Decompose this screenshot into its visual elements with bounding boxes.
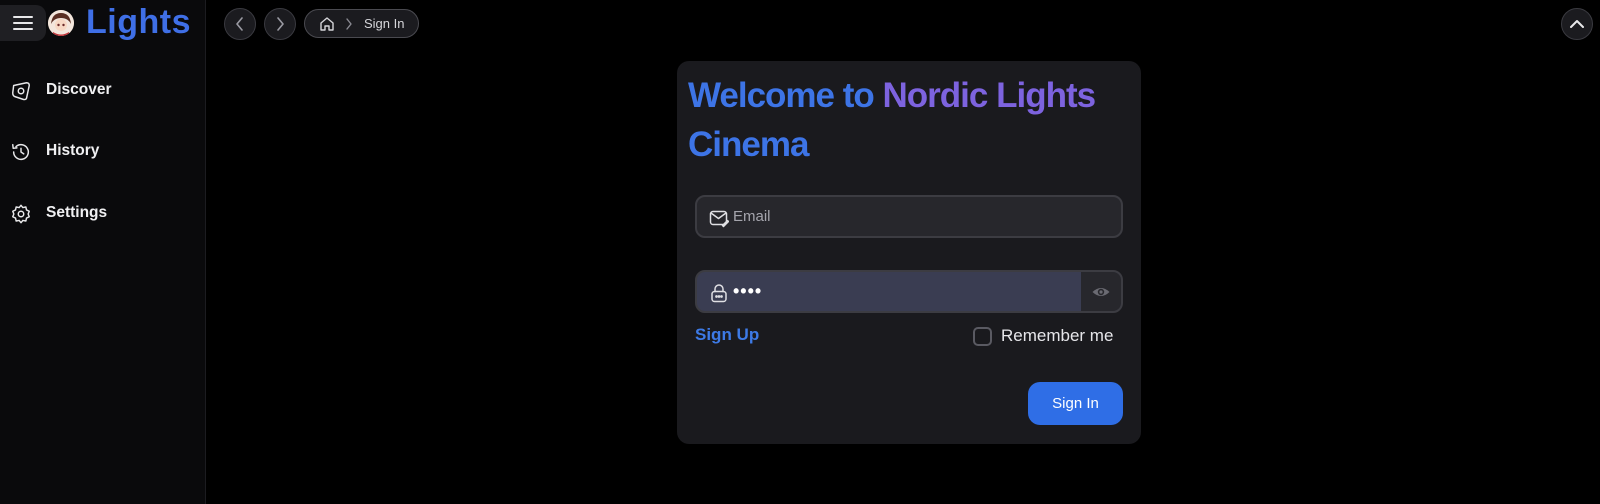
title-part: Welcome to: [688, 76, 883, 115]
sign-in-button[interactable]: Sign In: [1028, 382, 1123, 425]
brand-logo[interactable]: Lights: [86, 2, 191, 42]
lock-icon: [711, 284, 727, 303]
scroll-top-button[interactable]: [1561, 8, 1593, 40]
hamburger-menu-icon: [13, 16, 33, 30]
remember-me-label: Remember me: [1001, 326, 1114, 345]
title-highlight: Nordic Lights: [882, 76, 1097, 115]
breadcrumb-current: Sign In: [364, 16, 405, 31]
sidebar-item-settings[interactable]: Settings: [0, 193, 206, 233]
email-field: [695, 195, 1123, 238]
password-input[interactable]: [733, 272, 1083, 311]
sidebar-item-discover[interactable]: Discover: [0, 70, 206, 110]
chevron-up-icon: [1570, 20, 1584, 28]
breadcrumb: Sign In: [304, 9, 419, 38]
compass-icon: [12, 82, 30, 101]
chevron-right-icon: [277, 17, 284, 31]
mail-edit-icon: [709, 210, 729, 228]
email-input[interactable]: [733, 197, 1113, 236]
avatar[interactable]: [48, 10, 74, 36]
forward-button[interactable]: [264, 8, 296, 40]
page-title: Welcome to Nordic Lights Cinema: [688, 71, 1108, 169]
chevron-left-icon: [236, 17, 243, 31]
signin-card: Welcome to Nordic Lights Cinema Sign Up: [677, 61, 1141, 444]
back-button[interactable]: [224, 8, 256, 40]
sidebar: Lights Discover History Settings: [0, 0, 206, 504]
chevron-right-icon: [346, 18, 352, 30]
remember-me[interactable]: Remember me: [973, 326, 1113, 346]
toggle-password-visibility-button[interactable]: [1081, 272, 1121, 311]
sidebar-item-history[interactable]: History: [0, 131, 206, 171]
gear-icon: [12, 204, 30, 224]
history-clock-icon: [12, 143, 30, 161]
title-line-2: Cinema: [688, 125, 809, 164]
avatar-image: [48, 10, 74, 36]
sign-up-link[interactable]: Sign Up: [695, 325, 759, 345]
sidebar-item-label: History: [46, 142, 100, 159]
menu-toggle-button[interactable]: [0, 5, 46, 41]
remember-me-checkbox[interactable]: [973, 326, 992, 346]
password-field: [695, 270, 1123, 313]
eye-icon: [1092, 287, 1110, 296]
sidebar-item-label: Settings: [46, 204, 108, 221]
sidebar-item-label: Discover: [46, 81, 112, 98]
home-icon[interactable]: [319, 16, 335, 32]
